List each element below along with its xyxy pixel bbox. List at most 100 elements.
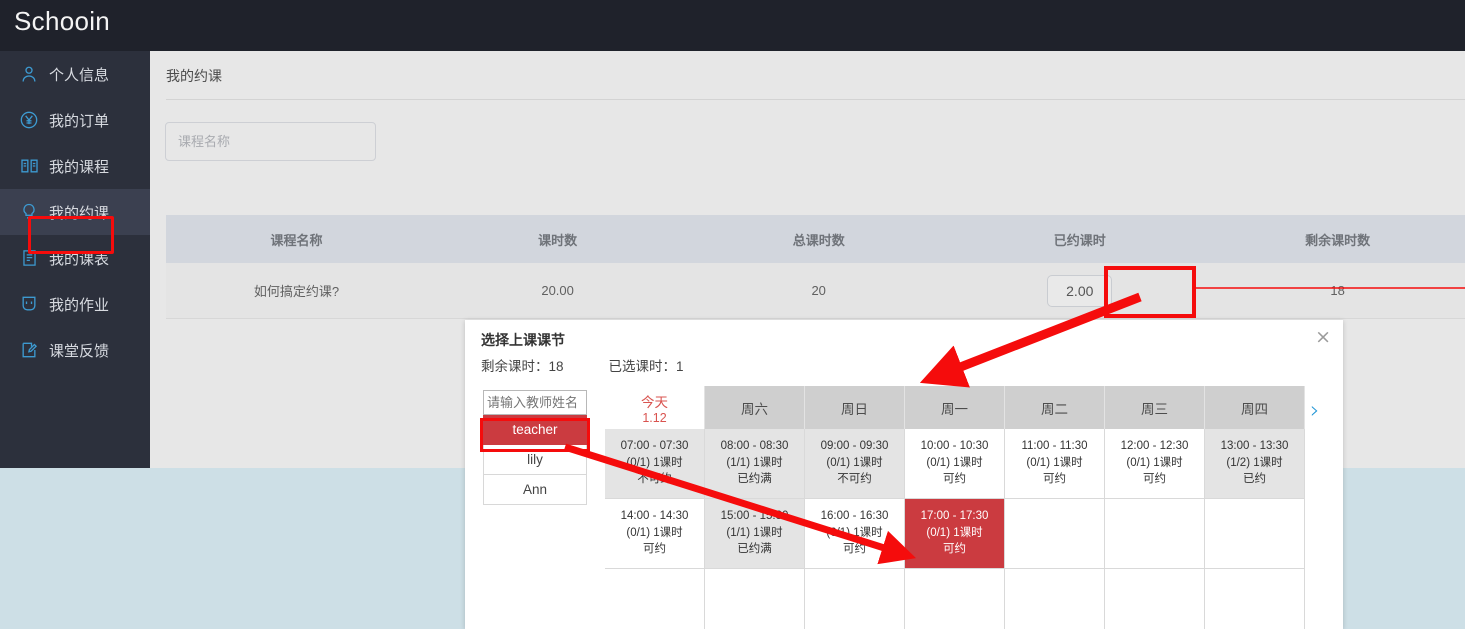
slot-count: (0/1) 1课时 [626, 526, 683, 539]
sidebar-item-label: 我的课表 [49, 250, 110, 268]
calendar-slot-row: 14:00 - 14:30 (0/1) 1课时 可约 15:00 - 15:30 (1/… [605, 499, 1305, 569]
select-lesson-modal: 选择上课课节 × 剩余课时：18 已选课时：1 teacherlilyAnn 今… [465, 320, 1343, 629]
calendar-day-header-cell: 周四 [1205, 386, 1305, 429]
calendar-empty-cell [1005, 499, 1105, 569]
yen-coin-icon [18, 109, 40, 131]
modal-stats: 剩余课时：18 已选课时：1 [481, 355, 684, 375]
calendar-slot-cell: 13:00 - 13:30 (1/2) 1课时 已约 [1205, 429, 1305, 499]
calendar-slot-cell: 07:00 - 07:30 (0/1) 1课时 不可约 [605, 429, 705, 499]
slot-status: 可约 [943, 473, 966, 486]
slot-time: 12:00 - 12:30 [1120, 440, 1189, 453]
slot-status: 可约 [643, 543, 666, 556]
sidebar-nav: 个人信息我的订单我的课程我的约课我的课表我的作业 课堂反馈 [0, 51, 150, 481]
cell-remaining-hours: 18 [1330, 283, 1345, 298]
slot-status: 可约 [1043, 473, 1066, 486]
slot-time: 13:00 - 13:30 [1220, 440, 1289, 453]
calendar-slot-cell: 09:00 - 09:30 (0/1) 1课时 不可约 [805, 429, 905, 499]
slot-time: 11:00 - 11:30 [1021, 440, 1088, 453]
day-label-primary: 周六 [741, 401, 768, 417]
user-icon [18, 63, 40, 85]
chevron-right-icon[interactable]: › [1310, 398, 1320, 422]
slot-count: (1/1) 1课时 [726, 526, 783, 539]
slot-time: 07:00 - 07:30 [620, 440, 689, 453]
calendar-slot-cell: 08:00 - 08:30 (1/1) 1课时 已约满 [705, 429, 805, 499]
selected-hours-label: 已选课时：1 [608, 359, 684, 374]
calendar-slot-grid: 07:00 - 07:30 (0/1) 1课时 不可约 08:00 - 08:30 (1… [605, 429, 1305, 629]
day-label-primary: 今天 [641, 394, 668, 410]
sidebar-item-0[interactable]: 个人信息 [0, 51, 150, 97]
book-icon [18, 155, 40, 177]
calendar-slot-cell[interactable]: 10:00 - 10:30 (0/1) 1课时 可约 [905, 429, 1005, 499]
cell-course-name: 如何搞定约课? [253, 284, 340, 299]
calendar-slot-cell[interactable]: 16:00 - 16:30 (0/1) 1课时 可约 [805, 499, 905, 569]
sidebar-item-2[interactable]: 我的课程 [0, 143, 150, 189]
calendar-slot-row [605, 569, 1305, 629]
calendar-day-header-cell: 周一 [905, 386, 1005, 429]
sidebar-item-label: 个人信息 [49, 66, 110, 84]
sidebar-item-5[interactable]: 我的作业 [0, 281, 150, 327]
close-icon[interactable]: × [1315, 328, 1331, 347]
list-document-icon [18, 247, 40, 269]
slot-status: 不可约 [837, 473, 872, 486]
slot-time: 17:00 - 17:30 [920, 510, 989, 523]
slot-count: (0/1) 1课时 [826, 456, 883, 469]
calendar-day-header-cell: 周日 [805, 386, 905, 429]
slot-count: (1/2) 1课时 [1226, 456, 1283, 469]
title-divider [166, 99, 1465, 100]
calendar-day-header-cell: 周二 [1005, 386, 1105, 429]
teacher-list-panel: teacherlilyAnn [483, 390, 587, 505]
slot-status: 已约 [1243, 473, 1266, 486]
day-label-primary: 周三 [1141, 401, 1168, 417]
brand-logo: Schooin [14, 6, 111, 36]
cell-hours: 20.00 [541, 283, 574, 298]
teacher-name-input[interactable] [483, 390, 587, 415]
bookings-table: 课程名称 课时数 总课时数 已约课时 剩余课时数 如何搞定约课? 20.00 2… [166, 215, 1465, 319]
slot-time: 09:00 - 09:30 [820, 440, 889, 453]
lesson-calendar: 今天 1.12 周六 周日 周一 周二 周三 周四 07:00 - 07:30 (0/1) 1课… [605, 386, 1305, 629]
sidebar-item-label: 我的订单 [49, 112, 110, 130]
homework-icon [18, 293, 40, 315]
slot-count: (0/1) 1课时 [1026, 456, 1083, 469]
top-brand-bar: Schooin [0, 0, 1465, 51]
booked-hours-button[interactable]: 2.00 [1047, 274, 1113, 307]
page-title: 我的约课 [166, 68, 222, 84]
sidebar-item-1[interactable]: 我的订单 [0, 97, 150, 143]
slot-count: (0/1) 1课时 [926, 456, 983, 469]
feedback-edit-icon [18, 339, 40, 361]
teacher-list-item[interactable]: lily [483, 445, 587, 475]
slot-time: 14:00 - 14:30 [620, 510, 689, 523]
calendar-slot-cell[interactable]: 12:00 - 12:30 (0/1) 1课时 可约 [1105, 429, 1205, 499]
calendar-empty-cell [905, 569, 1005, 629]
day-label-date: 1.12 [642, 410, 667, 425]
table-header-row: 课程名称 课时数 总课时数 已约课时 剩余课时数 [166, 215, 1465, 263]
app-root: Schooin 个人信息 我的订单 我的课程 我的约课 我的课表 我的作业 课堂反馈 我的约… [0, 0, 1465, 629]
calendar-slot-cell[interactable]: 14:00 - 14:30 (0/1) 1课时 可约 [605, 499, 705, 569]
calendar-day-header-cell: 今天 1.12 [605, 386, 705, 429]
slot-count: (0/1) 1课时 [1126, 456, 1183, 469]
sidebar-item-3[interactable]: 我的约课 [0, 189, 150, 235]
calendar-slot-cell[interactable]: 17:00 - 17:30 (0/1) 1课时 可约 [905, 499, 1005, 569]
col-header-hours: 课时数 [538, 232, 578, 248]
col-header-course: 课程名称 [270, 232, 323, 248]
sidebar-item-4[interactable]: 我的课表 [0, 235, 150, 281]
slot-count: (0/1) 1课时 [626, 456, 683, 469]
teacher-list-item[interactable]: teacher [483, 415, 587, 445]
day-label-primary: 周一 [941, 401, 968, 417]
slot-count: (0/1) 1课时 [826, 526, 883, 539]
sidebar-item-label: 我的课程 [49, 158, 110, 176]
col-header-total: 总课时数 [792, 232, 845, 248]
calendar-slot-cell[interactable]: 11:00 - 11:30 (0/1) 1课时 可约 [1005, 429, 1105, 499]
search-input[interactable] [165, 122, 376, 161]
slot-time: 16:00 - 16:30 [820, 510, 889, 523]
calendar-empty-cell [805, 569, 905, 629]
calendar-day-header-cell: 周三 [1105, 386, 1205, 429]
calendar-empty-cell [1105, 499, 1205, 569]
slot-status: 不可约 [637, 473, 672, 486]
slot-status: 可约 [1143, 473, 1166, 486]
sidebar-item-6[interactable]: 课堂反馈 [0, 327, 150, 373]
slot-count: (0/1) 1课时 [926, 526, 983, 539]
bulb-icon [18, 201, 40, 223]
teacher-list-item[interactable]: Ann [483, 475, 587, 505]
calendar-slot-row: 07:00 - 07:30 (0/1) 1课时 不可约 08:00 - 08:30 (1… [605, 429, 1305, 499]
calendar-empty-cell [1105, 569, 1205, 629]
